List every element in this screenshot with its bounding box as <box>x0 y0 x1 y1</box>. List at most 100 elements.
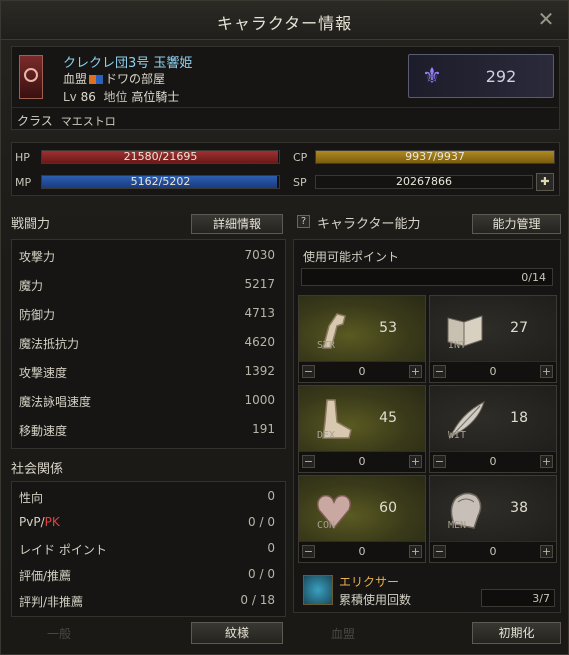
stat-plus-button[interactable]: + <box>409 365 422 378</box>
ability-manage-button[interactable]: 能力管理 <box>472 214 561 234</box>
crest-button[interactable]: 紋様 <box>191 622 283 644</box>
fame-badge[interactable]: ⚜ 292 <box>408 54 554 98</box>
clan-name: ドワの部屋 <box>105 72 166 86</box>
pvp-label: PvP/ <box>19 515 45 529</box>
stat-alloc: 0 <box>489 545 497 558</box>
stat-value: 1392 <box>244 364 275 378</box>
detail-info-button[interactable]: 詳細情報 <box>191 214 283 234</box>
fame-value: 292 <box>485 67 517 86</box>
combat-stat-row: 攻撃速度 1392 <box>11 357 285 386</box>
stat-name: INT <box>448 340 467 351</box>
stat-int: INT 27 − 0 + <box>429 295 557 383</box>
cp-bar: 9937/9937 <box>315 150 555 164</box>
stat-alloc: 0 <box>489 455 497 468</box>
hp-bar: 21580/21695 <box>41 150 280 164</box>
elixir-count-value: 3/7 <box>532 592 550 605</box>
social-value: 0 <box>267 489 275 503</box>
social-label: 評価/推薦 <box>19 569 72 583</box>
stat-value: 27 <box>510 320 528 336</box>
social-row: 評価/推薦 0 / 0 <box>11 560 285 589</box>
stat-alloc: 0 <box>358 365 366 378</box>
stat-value: 38 <box>510 500 528 516</box>
combat-stat-row: 防御力 4713 <box>11 299 285 328</box>
clan-line: 血盟 ドワの部屋 <box>63 70 165 87</box>
character-name: クレクレ団3号 玉響姫 <box>63 56 193 71</box>
stat-plus-button[interactable]: + <box>540 455 553 468</box>
social-row: レイド ポイント 0 <box>11 534 285 563</box>
sp-bag-icon[interactable]: ✚ <box>536 173 554 191</box>
elixir-name: エリクサー <box>339 575 400 589</box>
level-value: 86 <box>80 90 96 104</box>
class-line: クラス マエストロ <box>17 112 116 129</box>
emblem-icon: ⚜ <box>422 64 442 89</box>
divider <box>11 107 558 108</box>
points-value: 0/14 <box>521 271 546 284</box>
faded-tab-clan: 血盟 <box>331 627 356 641</box>
combat-title: 戦闘力 <box>11 217 51 232</box>
stat-name: CON <box>317 520 336 531</box>
stat-plus-button[interactable]: + <box>409 455 422 468</box>
sp-label: SP <box>293 176 307 189</box>
stat-con: CON 60 − 0 + <box>298 475 426 563</box>
social-value: 0 / 0 <box>248 515 275 529</box>
stat-men: MEN 38 − 0 + <box>429 475 557 563</box>
social-value: 0 / 0 <box>248 567 275 581</box>
stat-label: 攻撃力 <box>19 250 56 264</box>
stat-value: 45 <box>379 410 397 426</box>
stat-value: 191 <box>252 422 275 436</box>
level-rank-line: Lv 86 地位 高位騎士 <box>63 88 179 105</box>
stat-alloc: 0 <box>489 365 497 378</box>
reset-button[interactable]: 初期化 <box>472 622 561 644</box>
clan-label: 血盟 <box>63 72 88 86</box>
stat-plus-button[interactable]: + <box>540 365 553 378</box>
stat-alloc: 0 <box>358 455 366 468</box>
social-value: 0 <box>267 541 275 555</box>
stat-name: DEX <box>317 430 336 441</box>
class-label: クラス <box>17 114 53 128</box>
social-row: 評判/非推薦 0 / 18 <box>11 586 285 615</box>
combat-stat-row: 魔力 5217 <box>11 270 285 299</box>
close-icon[interactable]: ✕ <box>536 9 556 29</box>
social-label: PvP/PK <box>19 515 60 529</box>
stat-value: 4620 <box>244 335 275 349</box>
stat-dex: DEX 45 − 0 + <box>298 385 426 473</box>
stat-value: 1000 <box>244 393 275 407</box>
stat-value: 4713 <box>244 306 275 320</box>
social-label: 評判/非推薦 <box>19 595 84 609</box>
help-icon[interactable]: ? <box>297 215 310 228</box>
class-name: マエストロ <box>60 115 116 128</box>
points-field: 0/14 <box>301 268 553 286</box>
mp-value: 5162/5202 <box>130 175 191 188</box>
combat-stat-row: 移動速度 191 <box>11 415 285 444</box>
stat-label: 移動速度 <box>19 424 68 438</box>
sp-value: 20267866 <box>396 175 452 188</box>
elixir-count-field: 3/7 <box>481 589 555 607</box>
stat-label: 防御力 <box>19 308 56 322</box>
stat-label: 魔法詠唱速度 <box>19 395 92 409</box>
social-value: 0 / 18 <box>240 593 275 607</box>
mp-label: MP <box>15 176 32 189</box>
stat-str: STR 53 − 0 + <box>298 295 426 383</box>
hp-label: HP <box>15 151 30 164</box>
stat-name: MEN <box>448 520 467 531</box>
stat-value: 7030 <box>244 248 275 262</box>
stat-label: 魔法抵抗力 <box>19 337 80 351</box>
sp-bar: 20267866 <box>315 175 533 189</box>
rank-label: 地位 <box>103 90 128 104</box>
stat-plus-button[interactable]: + <box>409 545 422 558</box>
stat-value: 53 <box>379 320 397 336</box>
title-bar[interactable]: キャラクター情報 ✕ <box>1 1 568 40</box>
stat-value: 60 <box>379 500 397 516</box>
hp-value: 21580/21695 <box>123 150 198 163</box>
stat-plus-button[interactable]: + <box>540 545 553 558</box>
elixir-icon[interactable] <box>303 575 333 605</box>
social-label: 性向 <box>19 491 44 505</box>
stat-label: 攻撃速度 <box>19 366 68 380</box>
stat-name: STR <box>317 340 336 351</box>
social-row: PvP/PK 0 / 0 <box>11 508 285 537</box>
elixir-count-label: 累積使用回数 <box>339 593 412 607</box>
window-title: キャラクター情報 <box>216 14 353 33</box>
character-info-window: キャラクター情報 ✕ クレクレ団3号 玉響姫 血盟 ドワの部屋 Lv 86 地位 … <box>0 0 569 655</box>
stat-name: WIT <box>448 430 467 441</box>
points-label: 使用可能ポイント <box>303 250 400 264</box>
